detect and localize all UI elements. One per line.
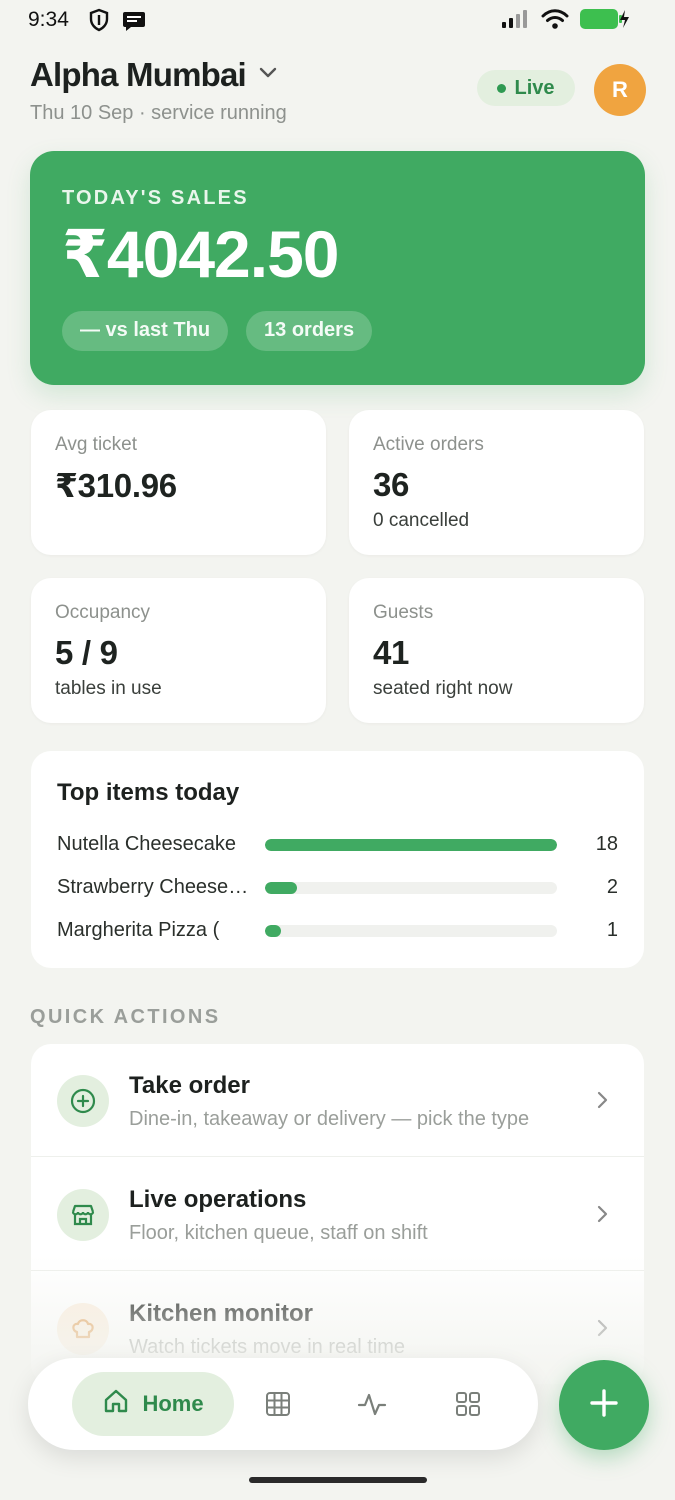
item-count: 18 (595, 833, 618, 855)
home-indicator[interactable] (249, 1477, 427, 1483)
action-text: Live operations Floor, kitchen queue, st… (129, 1186, 569, 1245)
sales-amount: ₹4042.50 (62, 217, 340, 291)
orders-chip: 13 orders (246, 310, 373, 351)
comparison-chip: — vs last Thu (62, 310, 229, 351)
plus-icon (587, 1386, 621, 1425)
live-operations-action[interactable]: Live operations Floor, kitchen queue, st… (31, 1158, 644, 1271)
list-item: Margherita Pizza ( 1 (57, 909, 618, 952)
tables-grid-icon[interactable] (260, 1386, 296, 1422)
action-title: Take order (129, 1072, 250, 1099)
action-subtitle: Watch tickets move in real time (129, 1336, 406, 1358)
avg-ticket-card[interactable]: Avg ticket ₹310.96 (31, 410, 326, 555)
item-count: 1 (606, 919, 618, 941)
apps-grid-icon[interactable] (450, 1386, 486, 1422)
chevron-right-icon (596, 1318, 610, 1343)
guests-card[interactable]: Guests 41 seated right now (349, 578, 644, 723)
item-bar (265, 881, 557, 894)
stat-value: 36 (373, 466, 410, 503)
top-items-list: Nutella Cheesecake 18 Strawberry Cheesec… (57, 823, 618, 952)
status-bar: 9:34 (0, 0, 675, 40)
stat-sub: tables in use (55, 678, 162, 699)
list-item: Strawberry Cheesecake 2 (57, 866, 618, 909)
stat-label: Occupancy (55, 602, 151, 623)
live-dot-icon (497, 83, 507, 93)
item-name: Nutella Cheesecake (57, 833, 236, 855)
quick-actions-label: QUICK ACTIONS (30, 1006, 221, 1028)
action-title: Live operations (129, 1186, 307, 1213)
stat-label: Guests (373, 602, 434, 623)
battery-icon (579, 8, 629, 35)
stat-sub: 0 cancelled (373, 510, 470, 531)
take-order-action[interactable]: Take order Dine-in, takeaway or delivery… (31, 1044, 644, 1157)
header: Alpha Mumbai Thu 10 Sep · service runnin… (30, 56, 287, 125)
venue-subtitle: Thu 10 Sep · service running (30, 102, 287, 124)
shield-icon (88, 8, 110, 37)
action-subtitle: Floor, kitchen queue, staff on shift (129, 1222, 428, 1244)
top-items-card[interactable]: Top items today Nutella Cheesecake 18 St… (31, 751, 644, 968)
item-count: 2 (606, 876, 618, 898)
chevron-right-icon (596, 1090, 610, 1115)
bottom-nav: Home (28, 1358, 538, 1450)
stat-value: 41 (373, 634, 410, 671)
sales-chips: — vs last Thu 13 orders (62, 310, 613, 351)
action-text: Take order Dine-in, takeaway or delivery… (129, 1072, 569, 1131)
item-bar-fill (265, 881, 298, 894)
plus-circle-icon (57, 1075, 109, 1127)
add-button[interactable] (559, 1360, 649, 1450)
sales-label: TODAY'S SALES (62, 187, 249, 209)
stat-value: ₹310.96 (55, 467, 177, 504)
stat-label: Avg ticket (55, 434, 138, 455)
item-bar-fill (265, 838, 557, 851)
stat-value: 5 / 9 (55, 634, 118, 671)
activity-icon[interactable] (354, 1386, 390, 1422)
list-item: Nutella Cheesecake 18 (57, 823, 618, 866)
live-badge: Live (477, 70, 575, 106)
store-icon (57, 1189, 109, 1241)
status-time: 9:34 (28, 8, 69, 31)
wifi-icon (541, 8, 569, 35)
nav-home-tab[interactable]: Home (72, 1372, 234, 1436)
stat-sub: seated right now (373, 678, 513, 699)
occupancy-card[interactable]: Occupancy 5 / 9 tables in use (31, 578, 326, 723)
venue-name: Alpha Mumbai (30, 56, 247, 93)
item-bar-fill (265, 924, 282, 937)
active-orders-card[interactable]: Active orders 36 0 cancelled (349, 410, 644, 555)
home-icon (102, 1387, 130, 1421)
signal-icon (501, 9, 531, 34)
action-title: Kitchen monitor (129, 1300, 313, 1327)
stat-label: Active orders (373, 434, 484, 455)
avatar[interactable]: R (594, 64, 646, 116)
live-label: Live (514, 76, 555, 99)
item-name: Strawberry Cheesecake (57, 876, 255, 898)
sales-card[interactable]: TODAY'S SALES ₹4042.50 — vs last Thu 13 … (30, 151, 645, 385)
venue-selector[interactable]: Alpha Mumbai (30, 56, 287, 94)
nav-home-label: Home (142, 1391, 204, 1416)
status-icons (501, 8, 629, 35)
message-icon (122, 11, 146, 36)
item-bar (265, 924, 557, 937)
item-name: Margherita Pizza ( (57, 919, 220, 941)
chevron-down-icon (258, 66, 278, 85)
action-text: Kitchen monitor Watch tickets move in re… (129, 1300, 569, 1359)
chef-hat-icon (57, 1303, 109, 1355)
top-items-title: Top items today (57, 779, 240, 806)
chevron-right-icon (596, 1204, 610, 1229)
item-bar (265, 838, 557, 851)
quick-actions-list: Take order Dine-in, takeaway or delivery… (31, 1044, 644, 1384)
action-subtitle: Dine-in, takeaway or delivery — pick the… (129, 1108, 530, 1130)
